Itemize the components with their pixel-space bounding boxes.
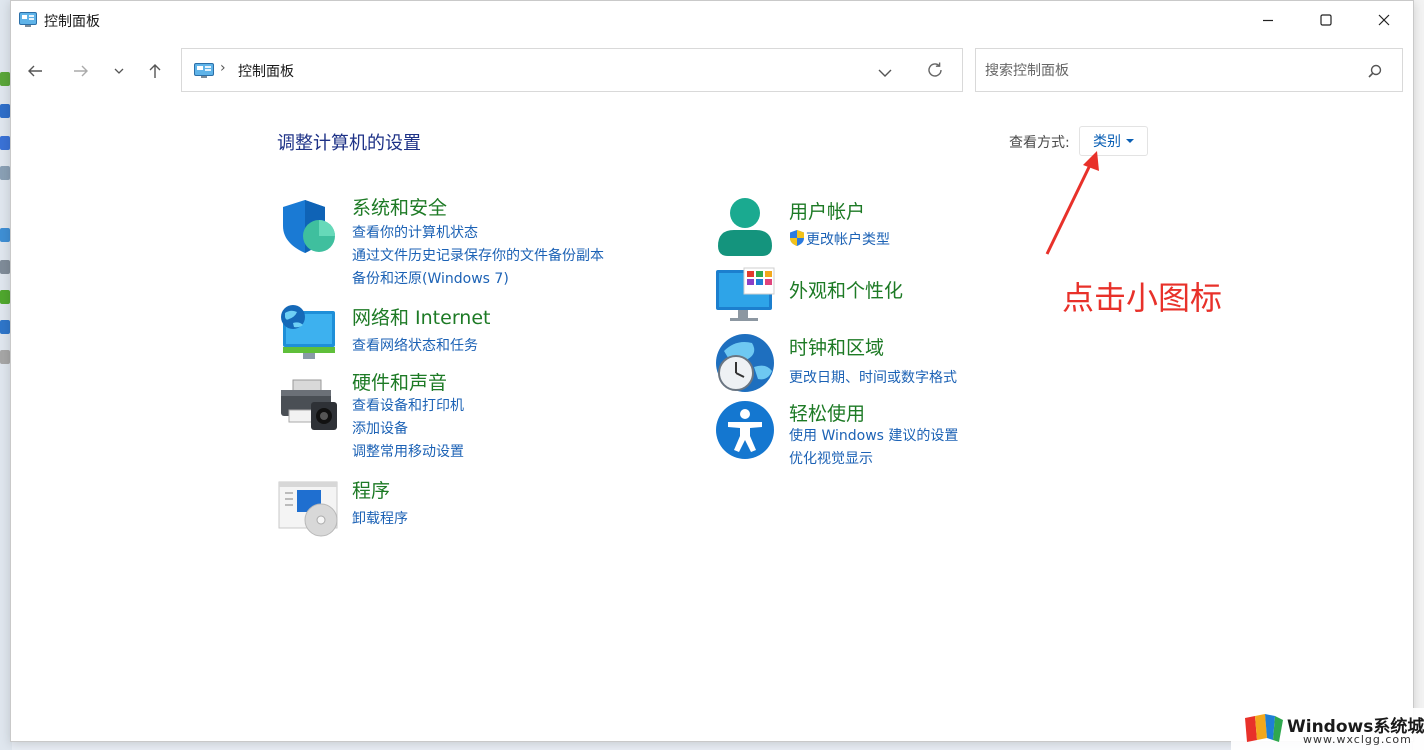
link-optimize-display[interactable]: 优化视觉显示 [789,448,873,468]
arrow-left-icon [28,65,42,77]
address-history-dropdown[interactable] [878,63,892,82]
title-bar[interactable]: 控制面板 [11,1,1413,39]
maximize-icon [1320,14,1332,26]
link-network-status[interactable]: 查看网络状态和任务 [352,335,478,355]
control-panel-icon [19,12,37,32]
desktop-icon [0,72,10,86]
recent-locations-button[interactable] [104,57,134,85]
search-box[interactable] [975,48,1403,92]
link-mobility-settings[interactable]: 调整常用移动设置 [352,441,464,461]
shield-icon[interactable] [277,196,339,258]
category-title[interactable]: 时钟和区域 [789,333,884,360]
desktop-icon [0,260,10,274]
chevron-down-icon [114,68,124,74]
category-title[interactable]: 外观和个性化 [789,276,903,303]
arrow-right-icon [74,65,88,77]
link-change-account-type[interactable]: 更改帐户类型 [788,229,890,249]
desktop-icon [0,290,10,304]
annotation-arrow [1045,151,1099,255]
breadcrumb-separator: › [220,60,226,76]
windows-logo-icon [1243,712,1285,750]
address-bar[interactable]: › 控制面板 [181,48,963,92]
control-panel-window: 控制面板 › 控制面板 搜索控制面板 调整计算机的设置 查看方式: 类别 系统和… [10,0,1414,742]
link-change-account-type-label: 更改帐户类型 [806,232,890,248]
forward-button[interactable] [66,57,96,85]
navigation-bar: › 控制面板 [11,47,1413,95]
caret-down-icon [1126,139,1134,143]
link-view-computer-status[interactable]: 查看你的计算机状态 [352,222,478,242]
category-title[interactable]: 网络和 Internet [352,303,490,330]
uac-shield-icon [790,230,804,246]
close-button[interactable] [1355,1,1413,39]
category-title[interactable]: 系统和安全 [352,193,447,220]
programs-disc-icon[interactable] [277,478,339,540]
link-file-history-backup[interactable]: 通过文件历史记录保存你的文件备份副本 [352,245,604,265]
breadcrumb-control-panel[interactable]: 控制面板 [238,61,294,81]
arrow-up-icon [149,64,161,78]
page-title: 调整计算机的设置 [277,133,421,154]
clock-globe-icon[interactable] [714,333,776,395]
view-by-value: 类别 [1093,134,1121,150]
desktop-icon [0,350,10,364]
chevron-down-icon [878,69,892,77]
desktop-icon [0,166,10,180]
up-button[interactable] [140,57,170,85]
back-button[interactable] [20,57,50,85]
link-add-device[interactable]: 添加设备 [352,418,408,438]
category-title[interactable]: 硬件和声音 [352,368,447,395]
monitor-personalize-icon[interactable] [714,266,776,328]
printer-icon[interactable] [277,376,339,438]
annotation-text: 点击小图标 [1062,279,1223,317]
window-title: 控制面板 [44,14,100,30]
control-panel-icon [194,63,214,83]
minimize-button[interactable] [1239,1,1297,39]
refresh-icon [928,62,942,77]
refresh-button[interactable] [926,61,944,83]
search-icon[interactable] [1368,63,1382,82]
link-devices-printers[interactable]: 查看设备和打印机 [352,395,464,415]
desktop-icon [0,104,10,118]
desktop-icon [0,228,10,242]
accessibility-icon[interactable] [714,400,776,462]
network-globe-icon[interactable] [277,303,339,365]
category-title[interactable]: 程序 [352,476,390,503]
search-input[interactable] [985,61,1355,81]
minimize-icon [1263,19,1273,22]
link-uninstall-program[interactable]: 卸载程序 [352,508,408,528]
close-icon [1378,14,1390,26]
link-recommended-settings[interactable]: 使用 Windows 建议的设置 [789,425,958,445]
desktop-icon [0,320,10,334]
link-backup-restore[interactable]: 备份和还原(Windows 7) [352,268,509,288]
category-title[interactable]: 用户帐户 [789,197,865,224]
link-change-date-time-format[interactable]: 更改日期、时间或数字格式 [789,367,957,387]
category-title[interactable]: 轻松使用 [789,399,865,426]
maximize-button[interactable] [1297,1,1355,39]
site-watermark: Windows系统城 www.wxclgg.com [1231,708,1424,750]
user-account-icon[interactable] [714,196,776,258]
desktop-icon [0,136,10,150]
watermark-url: www.wxclgg.com [1303,733,1412,746]
